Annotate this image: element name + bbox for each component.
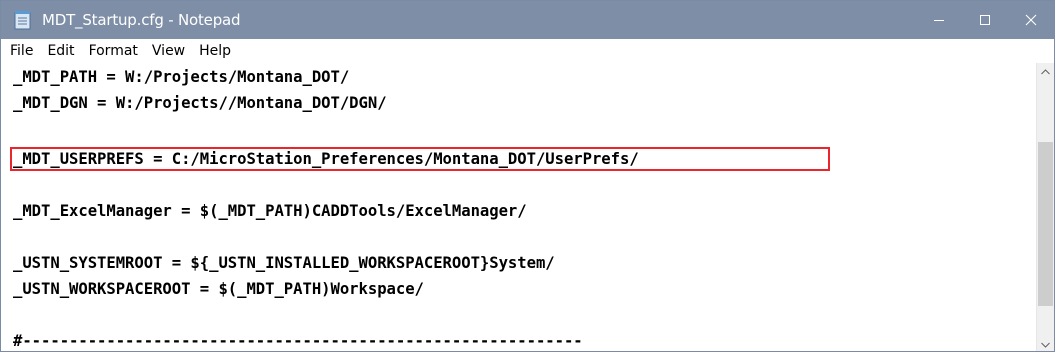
menu-edit[interactable]: Edit xyxy=(40,40,81,62)
editor-line: _MDT_ExcelManager = $(_MDT_PATH)CADDTool… xyxy=(13,202,527,220)
close-button[interactable] xyxy=(1008,1,1054,39)
editor-line: #---------------------------------------… xyxy=(13,332,583,350)
menu-view[interactable]: View xyxy=(145,40,192,62)
menu-help[interactable]: Help xyxy=(192,40,238,62)
window-title: MDT_Startup.cfg - Notepad xyxy=(42,11,241,29)
close-icon xyxy=(1025,14,1037,26)
menu-bar: File Edit Format View Help xyxy=(1,39,1054,63)
maximize-button[interactable] xyxy=(962,1,1008,39)
minimize-icon xyxy=(934,20,944,21)
menu-file[interactable]: File xyxy=(3,40,40,62)
title-bar[interactable]: MDT_Startup.cfg - Notepad xyxy=(1,1,1054,39)
scroll-down-icon xyxy=(1041,342,1050,348)
notepad-icon xyxy=(14,10,32,30)
text-editor[interactable]: _MDT_PATH = W:/Projects/Montana_DOT/ _MD… xyxy=(1,63,1038,351)
scroll-down-button[interactable] xyxy=(1037,336,1054,351)
highlight-box xyxy=(10,147,830,171)
menu-format[interactable]: Format xyxy=(82,40,145,62)
maximize-icon xyxy=(980,15,990,25)
notepad-window: MDT_Startup.cfg - Notepad File Edit Form… xyxy=(0,0,1055,352)
editor-line: _USTN_WORKSPACEROOT = $(_MDT_PATH)Worksp… xyxy=(13,280,424,298)
editor-line: _MDT_DGN = W:/Projects//Montana_DOT/DGN/ xyxy=(13,94,387,112)
editor-line: _USTN_SYSTEMROOT = ${_USTN_INSTALLED_WOR… xyxy=(13,254,555,272)
minimize-button[interactable] xyxy=(916,1,962,39)
scroll-up-icon xyxy=(1041,68,1050,74)
editor-line: _MDT_PATH = W:/Projects/Montana_DOT/ xyxy=(13,68,350,86)
caption-buttons xyxy=(916,1,1054,39)
scroll-up-button[interactable] xyxy=(1037,63,1054,80)
vertical-scrollbar[interactable] xyxy=(1036,63,1054,351)
scroll-thumb[interactable] xyxy=(1038,142,1053,306)
